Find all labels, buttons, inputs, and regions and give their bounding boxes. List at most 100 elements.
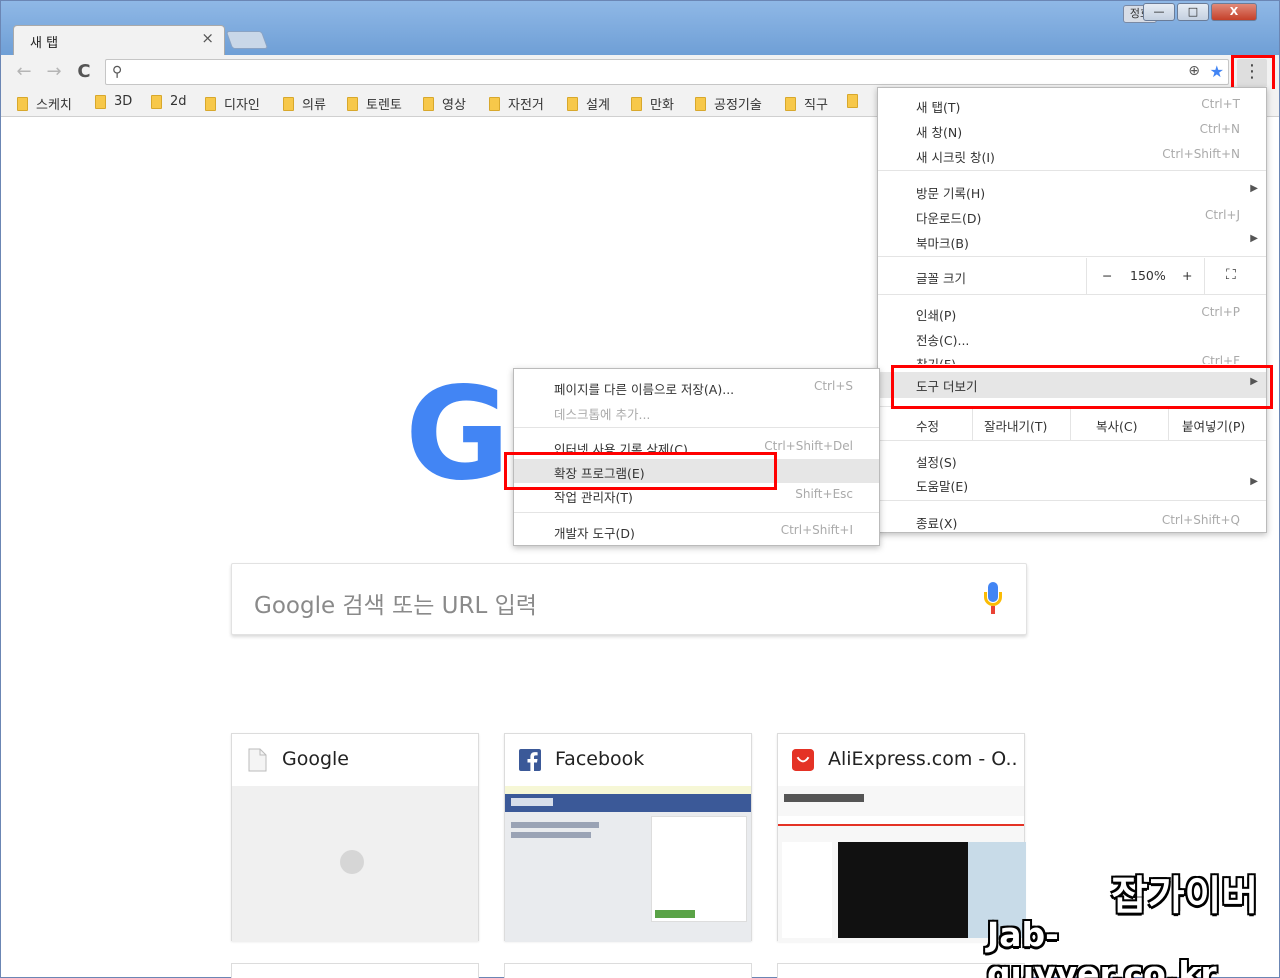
- menu-item-print[interactable]: 인쇄(P) Ctrl+P: [878, 301, 1266, 325]
- menu-item-label: 전송(C)...: [916, 333, 970, 348]
- zoom-icon[interactable]: ⊕: [1188, 63, 1200, 79]
- menu-item-task-manager[interactable]: 작업 관리자(T) Shift+Esc: [514, 483, 879, 507]
- bookmark-label: 디자인: [224, 98, 260, 113]
- most-visited-tile[interactable]: [504, 963, 752, 978]
- menu-zoom-row: 글꼴 크기 − 150% + ⛶: [878, 258, 1266, 294]
- microphone-icon[interactable]: [984, 582, 1002, 616]
- zoom-out-button[interactable]: −: [1102, 268, 1112, 283]
- zoom-in-button[interactable]: +: [1182, 268, 1192, 283]
- fullscreen-icon[interactable]: ⛶: [1226, 267, 1236, 283]
- star-icon[interactable]: ★: [1210, 62, 1224, 81]
- forward-icon[interactable]: →: [43, 61, 65, 83]
- minimize-button[interactable]: —: [1143, 3, 1175, 21]
- menu-item-new-window[interactable]: 새 창(N) Ctrl+N: [878, 118, 1266, 142]
- copy-button[interactable]: 복사(C): [1096, 416, 1137, 435]
- bookmark-folder[interactable]: 디자인: [205, 94, 260, 113]
- menu-edit-row: 수정 잘라내기(T) 복사(C) 붙여넣기(P): [878, 408, 1266, 440]
- chrome-menu-button[interactable]: ⋮: [1237, 59, 1267, 87]
- menu-item-settings[interactable]: 설정(S): [878, 448, 1266, 472]
- more-tools-submenu: 페이지를 다른 이름으로 저장(A)... Ctrl+S 데스크톱에 추가...…: [513, 368, 880, 546]
- bookmark-folder[interactable]: 3D: [95, 94, 132, 109]
- close-tab-icon[interactable]: ×: [201, 29, 214, 47]
- folder-icon: [283, 96, 294, 111]
- menu-item-add-desktop[interactable]: 데스크톱에 추가...: [514, 400, 879, 424]
- bookmark-label: 3D: [114, 94, 133, 109]
- menu-item-label: 도구 더보기: [916, 379, 978, 394]
- bookmark-folder[interactable]: 설계: [567, 94, 610, 113]
- cut-button[interactable]: 잘라내기(T): [984, 416, 1047, 435]
- bookmark-folder[interactable]: 스케치: [17, 94, 72, 113]
- menu-item-clear-data[interactable]: 인터넷 사용 기록 삭제(C)... Ctrl+Shift+Del: [514, 435, 879, 453]
- menu-divider: [878, 406, 1266, 407]
- menu-divider: [878, 294, 1266, 295]
- menu-item-label: 북마크(B): [916, 236, 969, 251]
- edit-label: 수정: [916, 419, 940, 434]
- bookmark-folder[interactable]: 만화: [631, 94, 674, 113]
- submenu-arrow-icon: ▶: [1250, 476, 1258, 487]
- submenu-arrow-icon: ▶: [1250, 183, 1258, 194]
- back-icon[interactable]: ←: [13, 61, 35, 83]
- bookmark-folder[interactable]: [847, 94, 858, 108]
- menu-item-label: 도움말(E): [916, 479, 969, 494]
- bookmark-label: 공정기술: [714, 98, 762, 113]
- menu-item-exit[interactable]: 종료(X) Ctrl+Shift+Q: [878, 509, 1266, 533]
- menu-item-save-page[interactable]: 페이지를 다른 이름으로 저장(A)... Ctrl+S: [514, 375, 879, 399]
- maximize-button[interactable]: □: [1177, 3, 1209, 21]
- tab-title: 새 탭: [30, 36, 59, 51]
- menu-item-help[interactable]: 도움말(E) ▶: [878, 472, 1266, 496]
- watermark-url: Jab-guyver.co.kr: [987, 915, 1217, 978]
- menu-item-find[interactable]: 찾기(F) Ctrl+F: [878, 350, 1266, 364]
- bookmark-folder[interactable]: 영상: [423, 94, 466, 113]
- tile-thumbnail: [505, 786, 751, 942]
- tab-new-tab[interactable]: 새 탭 ×: [13, 25, 225, 55]
- folder-icon: [151, 94, 162, 109]
- bookmark-folder[interactable]: 자전거: [489, 94, 544, 113]
- menu-item-bookmarks[interactable]: 북마크(B) ▶: [878, 229, 1266, 253]
- bookmark-folder[interactable]: 공정기술: [695, 94, 762, 113]
- most-visited-tile[interactable]: Facebook: [504, 733, 752, 942]
- menu-item-shortcut: Shift+Esc: [795, 487, 853, 501]
- menu-item-extensions[interactable]: 확장 프로그램(E): [514, 459, 879, 483]
- most-visited-tile[interactable]: Google: [231, 733, 479, 942]
- menu-item-label: 데스크톱에 추가...: [554, 407, 651, 422]
- tile-thumbnail: [232, 786, 478, 942]
- placeholder-dot: [340, 850, 364, 874]
- search-input[interactable]: Google 검색 또는 URL 입력: [231, 563, 1027, 635]
- facebook-icon: [519, 749, 541, 771]
- paste-button[interactable]: 붙여넣기(P): [1182, 416, 1245, 435]
- submenu-arrow-icon: ▶: [1250, 233, 1258, 244]
- menu-item-devtools[interactable]: 개발자 도구(D) Ctrl+Shift+I: [514, 519, 879, 543]
- close-window-button[interactable]: X: [1211, 3, 1257, 21]
- bookmark-folder[interactable]: 토렌토: [347, 94, 402, 113]
- new-tab-button[interactable]: [225, 31, 269, 49]
- bookmark-label: 스케치: [36, 98, 72, 113]
- most-visited-tile[interactable]: AliExpress.com - O...: [777, 733, 1026, 942]
- menu-item-cast[interactable]: 전송(C)...: [878, 326, 1266, 350]
- menu-item-shortcut: Ctrl+J: [1205, 208, 1240, 222]
- menu-divider: [514, 512, 879, 513]
- search-icon: ⚲: [112, 64, 123, 80]
- menu-item-history[interactable]: 방문 기록(H) ▶: [878, 179, 1266, 203]
- title-bar: 새 탭 × 정호 — □ X: [1, 1, 1279, 55]
- bookmark-label: 자전거: [508, 98, 544, 113]
- reload-icon[interactable]: C: [73, 61, 95, 83]
- menu-item-shortcut: Ctrl+Shift+I: [780, 523, 853, 537]
- menu-divider: [878, 256, 1266, 257]
- folder-icon: [489, 96, 500, 111]
- bookmark-folder[interactable]: 직구: [785, 94, 828, 113]
- zoom-level: 150%: [1130, 268, 1166, 283]
- most-visited-tile[interactable]: [231, 963, 479, 978]
- menu-divider: [878, 440, 1266, 441]
- bookmark-folder[interactable]: 의류: [283, 94, 326, 113]
- folder-icon: [695, 96, 706, 111]
- address-bar[interactable]: ⚲ ⊕ ★: [105, 59, 1229, 85]
- menu-item-downloads[interactable]: 다운로드(D) Ctrl+J: [878, 204, 1266, 228]
- folder-icon: [205, 96, 216, 111]
- bookmark-label: 만화: [650, 98, 674, 113]
- bookmark-label: 2d: [170, 94, 187, 109]
- menu-item-new-tab[interactable]: 새 탭(T) Ctrl+T: [878, 93, 1266, 117]
- zoom-label: 글꼴 크기: [916, 271, 966, 286]
- menu-item-more-tools[interactable]: 도구 더보기 ▶: [878, 372, 1266, 398]
- menu-item-incognito[interactable]: 새 시크릿 창(I) Ctrl+Shift+N: [878, 143, 1266, 167]
- bookmark-folder[interactable]: 2d: [151, 94, 187, 109]
